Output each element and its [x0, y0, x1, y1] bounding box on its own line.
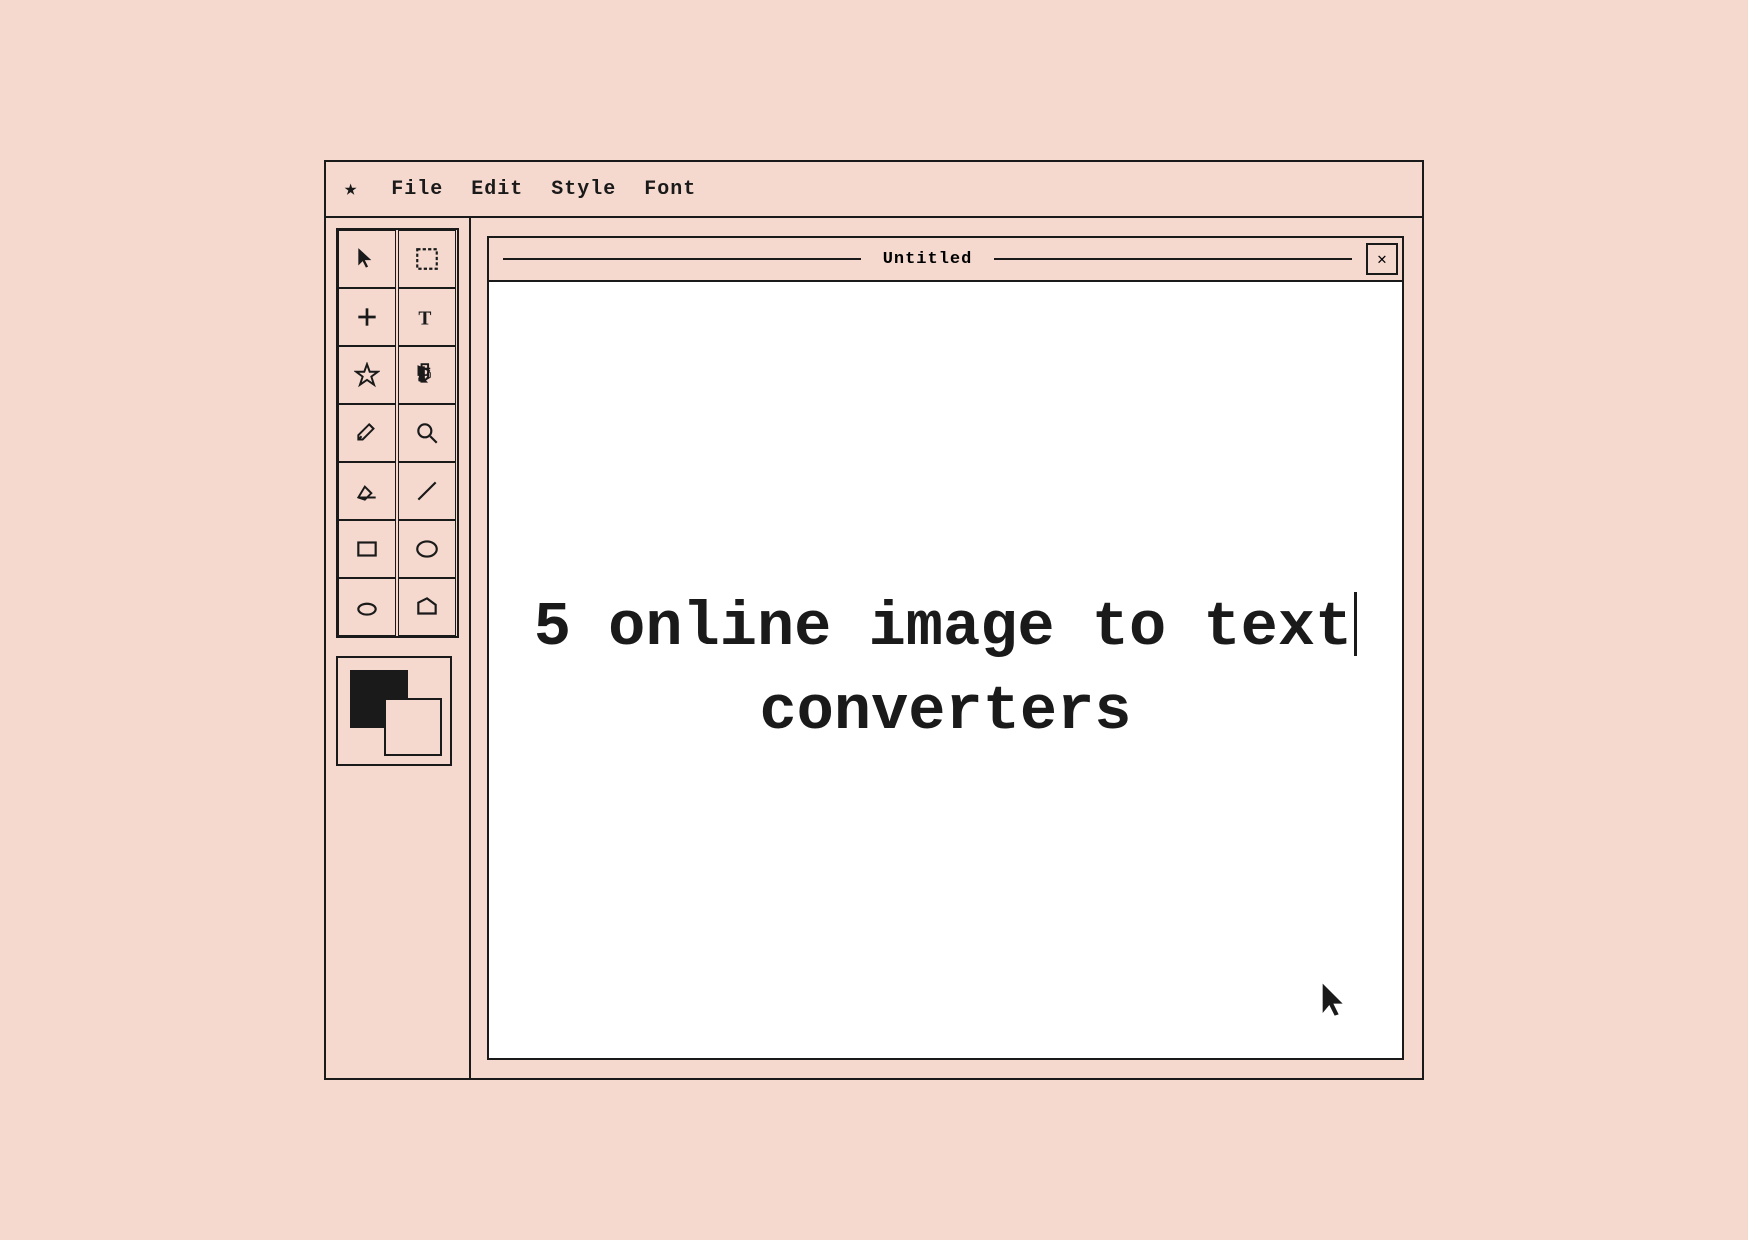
star-tool[interactable] — [338, 346, 396, 404]
text-tool[interactable]: T — [398, 288, 456, 346]
magnify-tool[interactable] — [398, 404, 456, 462]
svg-text:T: T — [418, 309, 431, 330]
select-arrow-tool[interactable] — [338, 230, 396, 288]
line-tool[interactable] — [398, 462, 456, 520]
menu-bar: ★ File Edit Style Font — [326, 162, 1422, 218]
menu-style[interactable]: Style — [551, 178, 616, 201]
text-cursor — [1354, 592, 1357, 656]
main-area: T — [326, 218, 1422, 1078]
paint-bucket-tool[interactable] — [398, 346, 456, 404]
menu-edit[interactable]: Edit — [471, 178, 523, 201]
add-tool[interactable] — [338, 288, 396, 346]
canvas-title-bar: Untitled ✕ — [489, 238, 1402, 282]
canvas-main-text: 5 online image to text​ converters — [494, 546, 1398, 793]
eraser-tool[interactable] — [338, 462, 396, 520]
title-line-left — [503, 258, 861, 260]
pixel-cursor-icon — [1320, 980, 1352, 1022]
marquee-select-tool[interactable] — [398, 230, 456, 288]
star-icon[interactable]: ★ — [344, 176, 357, 202]
toolbar: T — [326, 218, 471, 1078]
tool-grid: T — [336, 228, 459, 638]
rectangle-tool[interactable] — [338, 520, 396, 578]
canvas-area: Untitled ✕ 5 online image to text​ conve… — [471, 218, 1422, 1078]
canvas-title: Untitled — [875, 250, 981, 269]
pencil-tool[interactable] — [338, 404, 396, 462]
canvas-close-button[interactable]: ✕ — [1366, 243, 1398, 275]
canvas-window: Untitled ✕ 5 online image to text​ conve… — [487, 236, 1404, 1060]
menu-file[interactable]: File — [391, 178, 443, 201]
canvas-content[interactable]: 5 online image to text​ converters — [489, 282, 1402, 1058]
app-window: ★ File Edit Style Font — [324, 160, 1424, 1080]
background-color[interactable] — [384, 698, 442, 756]
menu-font[interactable]: Font — [644, 178, 696, 201]
color-swatch-box[interactable] — [336, 656, 452, 766]
polygon-tool[interactable] — [398, 578, 456, 636]
ellipse-tool[interactable] — [338, 578, 396, 636]
title-line-right — [994, 258, 1352, 260]
oval-tool[interactable] — [398, 520, 456, 578]
